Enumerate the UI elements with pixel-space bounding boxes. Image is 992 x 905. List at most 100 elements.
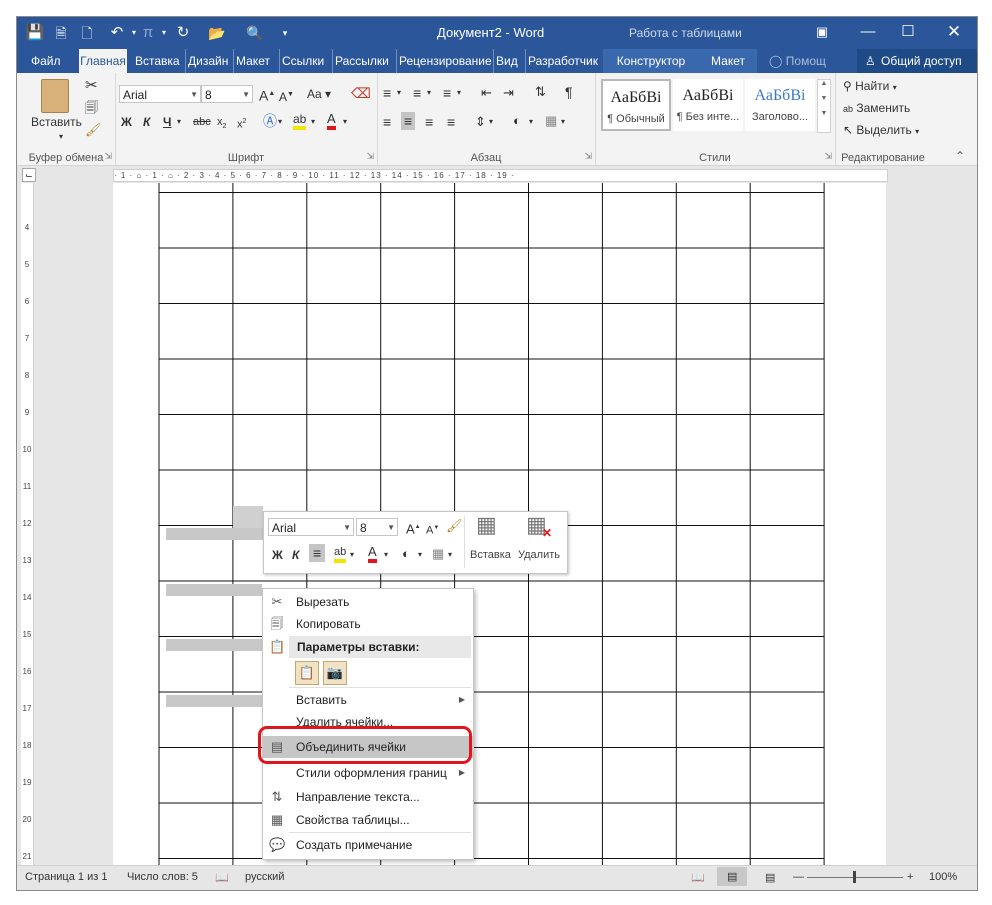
highlight-icon[interactable]: ab bbox=[293, 112, 307, 130]
superscript-icon[interactable]: x2 bbox=[237, 113, 246, 134]
bullets-dropdown-icon[interactable]: ▾ bbox=[397, 84, 401, 102]
language[interactable]: русский bbox=[245, 871, 284, 883]
shading-icon[interactable]: ◐ bbox=[513, 112, 521, 130]
styles-scroll[interactable]: ▲ ▼ ▼ bbox=[817, 79, 831, 133]
tab-design[interactable]: Дизайн bbox=[185, 49, 228, 73]
paste-button[interactable]: Вставить bbox=[31, 113, 82, 131]
italic-icon[interactable]: К bbox=[143, 113, 150, 131]
highlight-dropdown-icon[interactable]: ▾ bbox=[311, 113, 315, 131]
multilevel-dropdown-icon[interactable]: ▾ bbox=[457, 84, 461, 102]
mini-font-size-combo[interactable]: 8 ▼ bbox=[356, 518, 398, 536]
increase-indent-icon[interactable]: ⇥ bbox=[503, 84, 514, 102]
collapse-ribbon-icon[interactable]: ⌃ bbox=[955, 149, 965, 163]
pi-dropdown-icon[interactable]: ▾ bbox=[154, 23, 174, 43]
tell-me-box[interactable]: ◯ Помощ bbox=[769, 49, 826, 73]
borders-dropdown-icon[interactable]: ▾ bbox=[448, 546, 452, 564]
menu-item-cut[interactable]: ✂ Вырезать bbox=[263, 591, 473, 613]
numbering-dropdown-icon[interactable]: ▾ bbox=[427, 84, 431, 102]
zoom-level[interactable]: 100% bbox=[929, 871, 957, 883]
shrink-font-icon[interactable]: A▼ bbox=[279, 86, 294, 106]
mini-font-name-combo[interactable]: Arial ▼ bbox=[268, 518, 354, 536]
shading-dropdown-icon[interactable]: ▾ bbox=[418, 546, 422, 564]
tab-selector-icon[interactable]: ⌙ bbox=[22, 168, 36, 182]
tab-layout[interactable]: Макет bbox=[233, 49, 270, 73]
tab-table-design[interactable]: Конструктор bbox=[603, 49, 699, 73]
tab-review[interactable]: Рецензирование bbox=[396, 49, 492, 73]
mini-delete-button[interactable]: Удалить bbox=[518, 546, 560, 564]
format-painter-icon[interactable]: 🖌 bbox=[446, 517, 463, 535]
tab-references[interactable]: Ссылки bbox=[279, 49, 324, 73]
clear-formatting-icon[interactable]: ⌫ bbox=[351, 84, 371, 102]
line-spacing-dropdown-icon[interactable]: ▾ bbox=[489, 113, 493, 131]
new-document-icon[interactable]: 🗎 bbox=[51, 23, 71, 43]
tab-mailings[interactable]: Рассылки bbox=[332, 49, 389, 73]
read-mode-icon[interactable]: 📖 bbox=[691, 871, 705, 884]
font-size-combo[interactable]: 8 ▼ bbox=[201, 85, 253, 103]
align-center-icon[interactable]: ≡ bbox=[401, 112, 416, 130]
open-folder-icon[interactable]: 📂 bbox=[207, 23, 227, 43]
borders-icon[interactable]: ▦ bbox=[432, 545, 444, 563]
zoom-slider-thumb[interactable] bbox=[853, 871, 856, 883]
share-button[interactable]: ♙ Общий доступ bbox=[857, 49, 977, 73]
justify-icon[interactable]: ≡ bbox=[447, 113, 455, 131]
print-layout-icon[interactable]: ▤ bbox=[717, 867, 748, 886]
ribbon-display-icon[interactable]: ▣ bbox=[799, 17, 845, 49]
select-button[interactable]: ↖ Выделить ▾ bbox=[843, 121, 919, 141]
highlight-icon[interactable]: ab bbox=[334, 545, 347, 563]
clipboard-launcher-icon[interactable]: ⇲ bbox=[104, 151, 112, 162]
menu-item-text-direction[interactable]: ⇅ Направление текста... bbox=[263, 786, 473, 808]
page-count[interactable]: Страница 1 из 1 bbox=[25, 871, 107, 883]
menu-item-new-comment[interactable]: 💬 Создать примечание bbox=[263, 834, 473, 856]
save-as-icon[interactable]: 🗋 bbox=[77, 23, 97, 43]
shading-icon[interactable]: ◐ bbox=[402, 545, 410, 563]
redo-icon[interactable]: ↻ bbox=[173, 23, 193, 43]
line-spacing-icon[interactable]: ⇕ bbox=[475, 113, 486, 131]
bold-icon[interactable]: Ж bbox=[121, 113, 132, 131]
shading-dropdown-icon[interactable]: ▾ bbox=[529, 113, 533, 131]
style-normal[interactable]: АаБбВі ¶ Обычный bbox=[601, 79, 671, 131]
zoom-out-icon[interactable]: — bbox=[793, 871, 804, 883]
tab-view[interactable]: Вид bbox=[493, 49, 518, 73]
shrink-font-icon[interactable]: A▼ bbox=[426, 519, 439, 540]
align-center-icon[interactable]: ≡ bbox=[309, 544, 326, 562]
chevron-up-icon[interactable]: ▲ bbox=[818, 80, 830, 87]
customize-icon[interactable]: ▾ bbox=[275, 23, 295, 43]
subscript-icon[interactable]: x2 bbox=[217, 113, 226, 136]
save-icon[interactable]: 💾 bbox=[25, 23, 45, 43]
web-layout-icon[interactable]: ▤ bbox=[765, 871, 775, 884]
menu-item-insert[interactable]: Вставить ▶ bbox=[263, 689, 473, 711]
style-no-spacing[interactable]: АаБбВі ¶ Без инте... bbox=[673, 79, 743, 131]
copy-icon[interactable]: 🗐 bbox=[85, 99, 98, 117]
menu-item-border-styles[interactable]: Стили оформления границ ▶ bbox=[263, 762, 473, 784]
paragraph-launcher-icon[interactable]: ⇲ bbox=[584, 151, 592, 162]
tab-home[interactable]: Главная bbox=[79, 49, 127, 73]
horizontal-ruler[interactable]: · 1 · ⌂ · 1 · ⌂ · 2 · 3 · 4 · 5 · 6 · 7 … bbox=[113, 169, 888, 182]
bold-icon[interactable]: Ж bbox=[272, 546, 283, 564]
show-marks-icon[interactable]: ¶ bbox=[565, 83, 573, 101]
close-button[interactable]: ✕ bbox=[931, 17, 977, 49]
multilevel-list-icon[interactable]: ≡ bbox=[443, 84, 451, 102]
more-icon[interactable]: ▼ bbox=[818, 110, 830, 117]
tab-insert[interactable]: Вставка bbox=[135, 49, 180, 73]
style-heading[interactable]: АаБбВі Заголово... bbox=[745, 79, 815, 131]
cut-icon[interactable]: ✂ bbox=[85, 77, 98, 95]
paste-picture-icon[interactable]: 📷 bbox=[323, 661, 347, 685]
font-name-combo[interactable]: Arial ▼ bbox=[119, 85, 201, 103]
tab-file[interactable]: Файл bbox=[31, 49, 61, 73]
tab-table-layout[interactable]: Макет bbox=[699, 49, 757, 73]
word-count[interactable]: Число слов: 5 bbox=[127, 871, 198, 883]
replace-button[interactable]: ab Заменить bbox=[843, 99, 910, 118]
format-painter-icon[interactable]: 🖌 bbox=[85, 121, 102, 139]
underline-icon[interactable]: Ч bbox=[163, 113, 171, 131]
chevron-down-icon[interactable]: ▼ bbox=[818, 95, 830, 102]
text-effects-icon[interactable]: Ⓐ bbox=[263, 112, 277, 130]
strikethrough-icon[interactable]: abc bbox=[193, 113, 211, 131]
proofing-icon[interactable]: 📖 bbox=[215, 871, 229, 884]
paste-dropdown-icon[interactable]: ▾ bbox=[59, 128, 63, 146]
decrease-indent-icon[interactable]: ⇤ bbox=[481, 84, 492, 102]
borders-icon[interactable]: ▦ bbox=[545, 112, 557, 130]
table-insert-icon[interactable]: ▦ bbox=[476, 514, 497, 536]
vertical-ruler[interactable]: 4 5 6 7 8 9 10 11 12 13 14 15 16 17 18 19 20 21 bbox=[21, 183, 34, 873]
grow-font-icon[interactable]: A▲ bbox=[259, 85, 275, 105]
numbering-icon[interactable]: ≡ bbox=[413, 84, 421, 102]
